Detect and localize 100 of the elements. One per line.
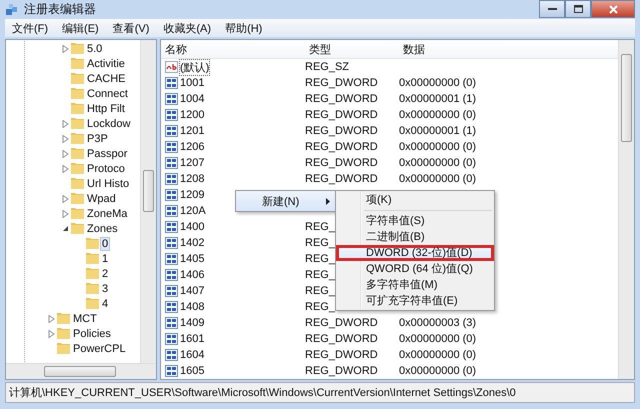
submenu-arrow-icon <box>326 198 330 204</box>
menu-item[interactable]: 帮助(H) <box>218 20 270 36</box>
value-name[interactable]: 1604 <box>180 349 204 361</box>
tree-item[interactable]: 5.0 <box>86 42 104 54</box>
tree-item[interactable]: P3P <box>86 132 109 144</box>
folder-icon <box>71 73 84 84</box>
value-name[interactable]: 1208 <box>180 173 204 185</box>
value-name[interactable]: 1402 <box>180 237 204 249</box>
expand-arrow-icon[interactable] <box>62 164 69 172</box>
value-name[interactable]: 1207 <box>180 157 204 169</box>
value-type: REG_ <box>305 237 335 249</box>
folder-icon <box>71 178 84 189</box>
value-name[interactable]: 1406 <box>180 269 204 281</box>
menu-item[interactable]: 文件(F) <box>5 20 56 36</box>
close-icon <box>608 4 618 14</box>
value-name[interactable]: 1405 <box>180 253 204 265</box>
folder-icon <box>86 268 99 279</box>
value-name[interactable]: 1201 <box>180 125 204 137</box>
tree-item[interactable]: Http Filt <box>86 102 126 114</box>
value-type: REG_ <box>305 285 335 297</box>
value-data: 0x00000000 (0) <box>399 109 476 121</box>
tree-item[interactable]: 0 <box>101 238 110 250</box>
tree-item[interactable]: Passpor <box>86 148 128 160</box>
tree-item[interactable]: Zones <box>86 222 119 234</box>
value-name[interactable]: 1209 <box>180 189 204 201</box>
menu-item[interactable]: 编辑(E) <box>55 20 106 36</box>
expand-arrow-icon[interactable] <box>62 194 69 202</box>
value-name[interactable]: 1001 <box>180 77 204 89</box>
menu-item[interactable]: 项(K) <box>336 192 494 208</box>
binary-value-icon <box>165 141 178 153</box>
expand-arrow-icon[interactable] <box>62 134 69 142</box>
binary-value-icon <box>165 285 178 297</box>
tree-item[interactable]: 1 <box>101 252 110 264</box>
tree-item[interactable]: Url Histo <box>86 178 130 190</box>
tree-item[interactable]: Protoco <box>86 162 126 174</box>
tree-item[interactable]: PowerCPL <box>72 342 127 354</box>
horizontal-scrollbar[interactable] <box>6 363 156 379</box>
expand-arrow-icon[interactable] <box>48 314 55 322</box>
menu-item[interactable]: 收藏夹(A) <box>156 20 218 36</box>
collapse-arrow-icon[interactable] <box>62 225 69 232</box>
folder-icon <box>71 103 84 114</box>
value-type: REG_DWORD <box>305 173 378 185</box>
expand-arrow-icon[interactable] <box>62 120 69 128</box>
value-type: REG_DWORD <box>305 141 378 153</box>
value-name[interactable]: 1206 <box>180 141 204 153</box>
tree-item[interactable]: Lockdow <box>86 118 132 130</box>
tree-item[interactable]: Connect <box>86 88 129 100</box>
binary-value-icon <box>165 237 178 249</box>
close-button[interactable] <box>591 0 635 18</box>
tree-item[interactable]: 3 <box>101 282 110 294</box>
menu-item[interactable]: QWORD (64 位)值(Q) <box>336 261 494 277</box>
value-name[interactable]: 1408 <box>180 301 204 313</box>
menu-item[interactable]: 查看(V) <box>106 20 156 36</box>
vertical-scrollbar[interactable] <box>140 40 156 364</box>
menu-item[interactable]: 二进制值(B) <box>336 229 494 245</box>
value-name[interactable]: 1200 <box>180 109 204 121</box>
menu-item[interactable]: 可扩充字符串值(E) <box>336 293 494 309</box>
menu-item[interactable]: 字符串值(S) <box>336 213 494 229</box>
value-name[interactable]: 1409 <box>180 317 204 329</box>
value-name[interactable]: 1004 <box>180 93 204 105</box>
tree-item[interactable]: ZoneMa <box>86 208 128 220</box>
value-name[interactable]: (默认) <box>180 60 210 74</box>
binary-value-icon <box>165 349 178 361</box>
value-data: 0x00000001 (1) <box>399 125 476 137</box>
column-header[interactable]: 类型 <box>305 42 399 56</box>
binary-value-icon <box>165 269 178 281</box>
expand-arrow-icon[interactable] <box>48 330 55 338</box>
tree-item[interactable]: CACHE <box>86 72 127 84</box>
column-header[interactable]: 名称 <box>161 42 305 56</box>
binary-value-icon <box>165 109 178 121</box>
value-name[interactable]: 120A <box>180 205 206 217</box>
folder-icon <box>71 133 84 144</box>
menu-item[interactable]: DWORD (32-位)值(D) <box>336 245 494 261</box>
minimize-button[interactable] <box>539 0 565 18</box>
binary-value-icon <box>165 77 178 89</box>
value-name[interactable]: 1407 <box>180 285 204 297</box>
tree-item[interactable]: Wpad <box>86 192 117 204</box>
tree-item[interactable]: Policies <box>72 328 112 340</box>
tree-item[interactable]: 2 <box>101 268 110 280</box>
value-data: 0x00000000 (0) <box>399 173 476 185</box>
tree-item[interactable]: Activitie <box>86 58 126 70</box>
binary-value-icon <box>165 365 178 377</box>
vertical-scrollbar[interactable] <box>618 40 634 379</box>
value-type: REG_DWORD <box>305 349 378 361</box>
binary-value-icon <box>165 125 178 137</box>
menu-item[interactable]: 多字符串值(M) <box>336 277 494 293</box>
folder-icon <box>86 283 99 294</box>
column-header[interactable]: 数据 <box>399 42 618 56</box>
folder-icon <box>71 58 84 69</box>
expand-arrow-icon[interactable] <box>62 210 69 218</box>
tree-item[interactable]: 4 <box>101 298 110 310</box>
value-type: REG_ <box>305 253 335 265</box>
expand-arrow-icon[interactable] <box>62 44 69 52</box>
maximize-button[interactable] <box>565 0 591 18</box>
expand-arrow-icon[interactable] <box>62 150 69 158</box>
tree-item[interactable]: MCT <box>72 312 98 324</box>
value-name[interactable]: 1400 <box>180 221 204 233</box>
value-name[interactable]: 1605 <box>180 365 204 377</box>
menu-item[interactable]: 新建(N) <box>236 191 336 211</box>
value-name[interactable]: 1601 <box>180 333 204 345</box>
